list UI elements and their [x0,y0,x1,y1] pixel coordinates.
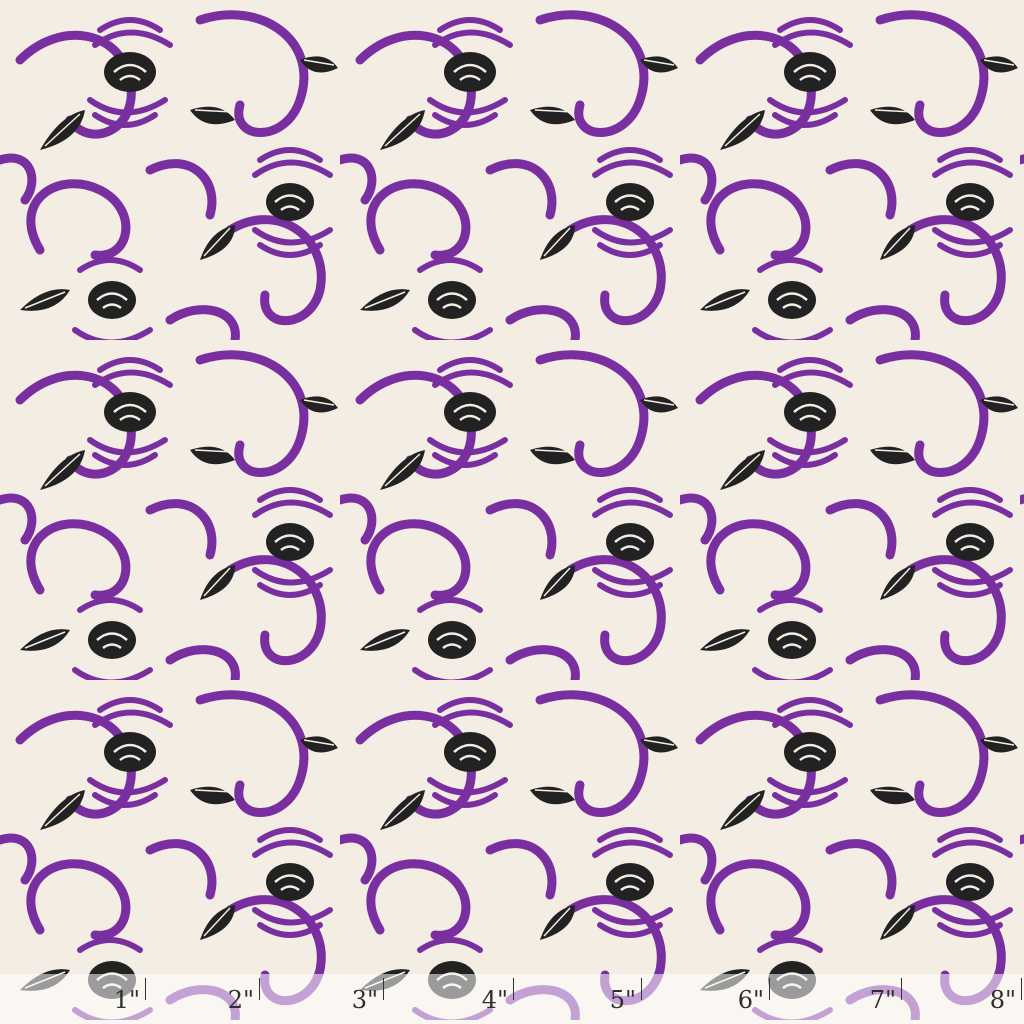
ruler-tick-label: 8" [989,986,1016,1014]
fabric-swatch [0,0,1024,1024]
ruler-tick-8: 8" [0,974,1022,1024]
ruler-tick-mark [1021,978,1022,1000]
inch-ruler: 1" 2" 3" 4" 5" 6" 7" 8" [0,974,1024,1024]
